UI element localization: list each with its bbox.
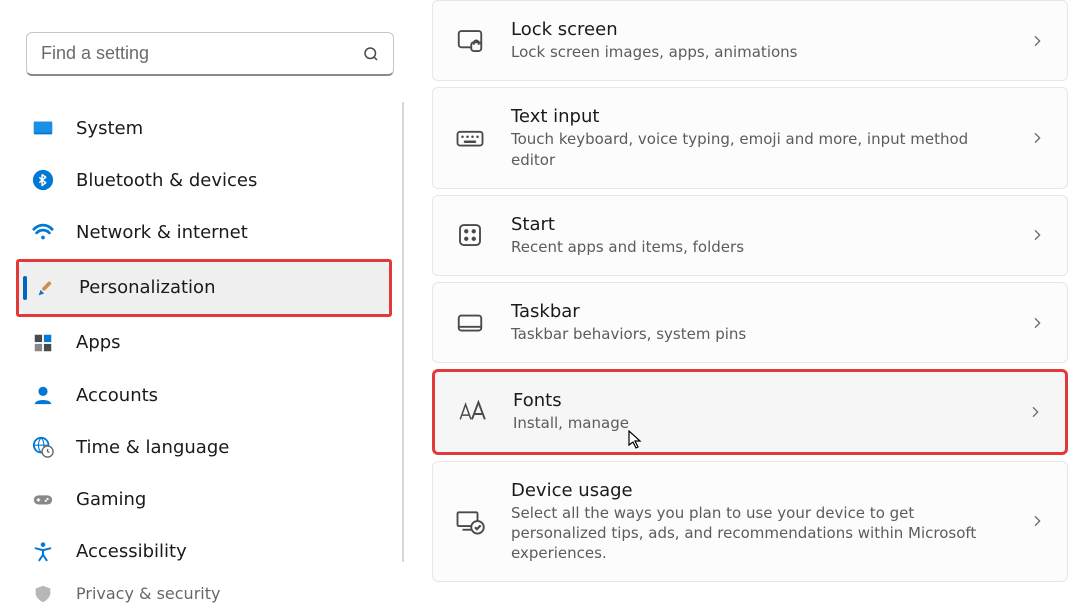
sidebar-item-highlight: Personalization	[16, 259, 392, 317]
chevron-right-icon	[1029, 227, 1045, 243]
card-subtitle: Select all the ways you plan to use your…	[511, 503, 1029, 564]
wifi-icon	[32, 221, 54, 243]
person-icon	[32, 384, 54, 406]
card-text-input[interactable]: Text input Touch keyboard, voice typing,…	[432, 87, 1068, 189]
card-text: Start Recent apps and items, folders	[511, 214, 1029, 257]
settings-content: Lock screen Lock screen images, apps, an…	[420, 0, 1080, 608]
sidebar-item-label: Privacy & security	[76, 584, 220, 603]
sidebar-item-label: Personalization	[79, 277, 215, 298]
chevron-right-icon	[1029, 130, 1045, 146]
card-subtitle: Recent apps and items, folders	[511, 237, 1029, 257]
card-text: Lock screen Lock screen images, apps, an…	[511, 19, 1029, 62]
sidebar-item-bluetooth[interactable]: Bluetooth & devices	[16, 154, 392, 206]
device-usage-icon	[455, 506, 485, 536]
sidebar-item-privacy[interactable]: Privacy & security	[16, 578, 404, 608]
settings-cards: Lock screen Lock screen images, apps, an…	[432, 0, 1068, 582]
card-fonts[interactable]: Fonts Install, manage	[432, 369, 1068, 454]
settings-window: System Bluetooth & devices Network & int…	[0, 0, 1080, 608]
chevron-right-icon	[1027, 404, 1043, 420]
taskbar-icon	[455, 308, 485, 338]
card-start[interactable]: Start Recent apps and items, folders	[432, 195, 1068, 276]
sidebar-item-label: Bluetooth & devices	[76, 170, 257, 191]
card-title: Text input	[511, 106, 1029, 127]
card-text: Text input Touch keyboard, voice typing,…	[511, 106, 1029, 170]
sidebar-item-accounts[interactable]: Accounts	[16, 369, 392, 421]
sidebar-scrollbar[interactable]	[402, 102, 404, 562]
sidebar-item-label: Accessibility	[76, 541, 187, 562]
sidebar-item-system[interactable]: System	[16, 102, 392, 154]
paintbrush-icon	[35, 277, 57, 299]
bluetooth-icon	[32, 169, 54, 191]
sidebar-item-apps[interactable]: Apps	[16, 317, 392, 369]
fonts-icon	[457, 397, 487, 427]
card-title: Start	[511, 214, 1029, 235]
shield-icon	[32, 583, 54, 605]
sidebar: System Bluetooth & devices Network & int…	[0, 0, 420, 608]
chevron-right-icon	[1029, 513, 1045, 529]
sidebar-item-label: Network & internet	[76, 222, 248, 243]
accessibility-icon	[32, 541, 54, 563]
card-taskbar[interactable]: Taskbar Taskbar behaviors, system pins	[432, 282, 1068, 363]
card-device-usage[interactable]: Device usage Select all the ways you pla…	[432, 461, 1068, 583]
chevron-right-icon	[1029, 315, 1045, 331]
card-title: Device usage	[511, 480, 1029, 501]
search-input[interactable]	[26, 32, 394, 76]
monitor-icon	[32, 117, 54, 139]
card-title: Taskbar	[511, 301, 1029, 322]
sidebar-nav: System Bluetooth & devices Network & int…	[16, 102, 404, 608]
sidebar-item-time-language[interactable]: Time & language	[16, 421, 392, 473]
card-lock-screen[interactable]: Lock screen Lock screen images, apps, an…	[432, 0, 1068, 81]
chevron-right-icon	[1029, 33, 1045, 49]
start-icon	[455, 220, 485, 250]
card-text: Device usage Select all the ways you pla…	[511, 480, 1029, 564]
card-text: Fonts Install, manage	[513, 390, 1027, 433]
card-subtitle: Touch keyboard, voice typing, emoji and …	[511, 129, 1029, 170]
apps-icon	[32, 332, 54, 354]
card-title: Lock screen	[511, 19, 1029, 40]
sidebar-item-accessibility[interactable]: Accessibility	[16, 526, 392, 578]
gamepad-icon	[32, 488, 54, 510]
sidebar-item-label: Accounts	[76, 385, 158, 406]
sidebar-item-label: Time & language	[76, 437, 229, 458]
sidebar-item-label: System	[76, 118, 143, 139]
lock-screen-icon	[455, 26, 485, 56]
sidebar-item-gaming[interactable]: Gaming	[16, 473, 392, 525]
sidebar-item-network[interactable]: Network & internet	[16, 206, 392, 258]
sidebar-item-label: Apps	[76, 332, 121, 353]
card-text: Taskbar Taskbar behaviors, system pins	[511, 301, 1029, 344]
card-title: Fonts	[513, 390, 1027, 411]
card-subtitle: Install, manage	[513, 413, 1027, 433]
card-subtitle: Lock screen images, apps, animations	[511, 42, 1029, 62]
sidebar-item-personalization[interactable]: Personalization	[19, 262, 389, 314]
card-subtitle: Taskbar behaviors, system pins	[511, 324, 1029, 344]
search-field-wrapper	[26, 32, 394, 76]
globe-clock-icon	[32, 436, 54, 458]
keyboard-icon	[455, 123, 485, 153]
sidebar-item-label: Gaming	[76, 489, 146, 510]
